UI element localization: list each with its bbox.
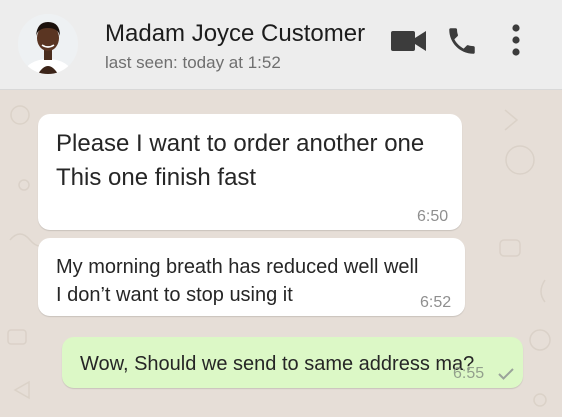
last-seen-status: last seen: today at 1:52	[105, 53, 281, 72]
single-check-icon	[498, 368, 514, 380]
message-text-line: Please I want to order another one	[56, 130, 425, 157]
message-time: 6:50	[417, 208, 449, 225]
video-call-icon[interactable]	[390, 27, 428, 55]
message-bubble-outgoing[interactable]: Wow, Should we send to same address ma? …	[62, 337, 523, 388]
message-text-line: Wow, Should we send to same address ma?	[80, 353, 475, 375]
more-options-icon[interactable]	[508, 22, 524, 58]
message-text-line: My morning breath has reduced well well	[56, 256, 419, 278]
chat-area[interactable]: Please I want to order another one This …	[0, 90, 562, 417]
message-text-line: I don’t want to stop using it	[56, 284, 293, 306]
message-bubble-incoming[interactable]: My morning breath has reduced well well …	[38, 238, 465, 316]
contact-photo	[18, 14, 78, 74]
message-bubble-incoming[interactable]: Please I want to order another one This …	[38, 114, 462, 230]
contact-name[interactable]: Madam Joyce Customer	[105, 20, 365, 48]
message-time: 6:55	[453, 365, 485, 382]
voice-call-icon[interactable]	[445, 24, 479, 58]
message-text-line: This one finish fast	[56, 164, 257, 191]
chat-header: Madam Joyce Customer last seen: today at…	[0, 0, 562, 90]
message-time: 6:52	[420, 294, 452, 311]
avatar[interactable]	[18, 14, 78, 74]
